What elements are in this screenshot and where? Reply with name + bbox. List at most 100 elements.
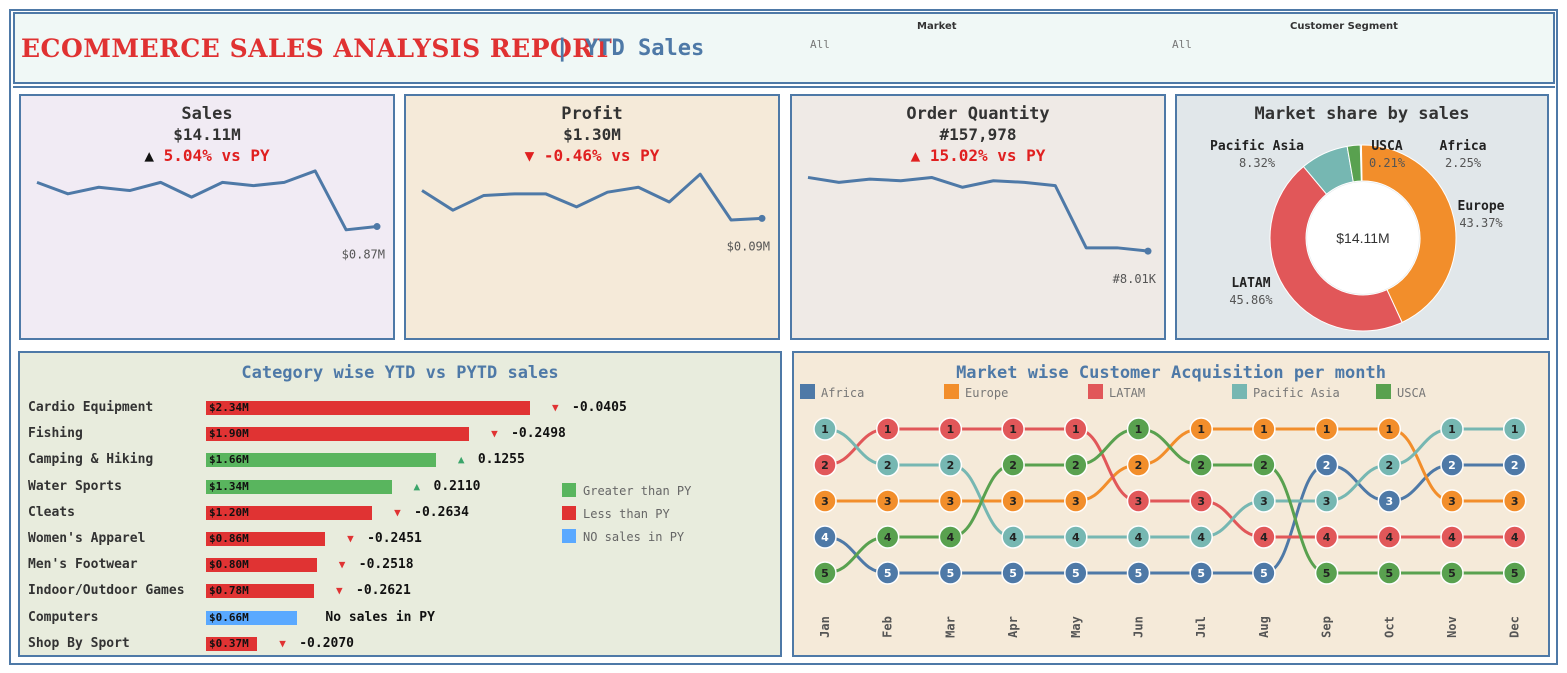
rank-label: 4: [1197, 531, 1205, 544]
category-label: Indoor/Outdoor Games: [28, 583, 185, 599]
sparkline-end-label: #8.01K: [1113, 272, 1157, 286]
header-divider: [13, 86, 1555, 88]
donut-label-name: Africa: [1440, 139, 1487, 154]
category-delta: 0.2110: [433, 478, 481, 494]
rank-label: 2: [1511, 459, 1519, 472]
category-delta: -0.2621: [356, 583, 411, 599]
donut-label-name: USCA: [1371, 139, 1402, 154]
category-delta: -0.2451: [367, 531, 422, 546]
rank-label: 3: [884, 495, 892, 508]
bar-value-label: $2.34M: [209, 401, 249, 414]
category-label: Cleats: [28, 504, 75, 520]
rank-label: 2: [947, 459, 955, 472]
category-bar: $2.34M: [206, 401, 530, 415]
bar-value-label: $0.86M: [209, 532, 249, 545]
report-title: ECOMMERCE SALES ANALYSIS REPORT: [21, 34, 613, 63]
legend-swatch: [1088, 384, 1103, 399]
legend-swatch: [1376, 384, 1391, 399]
donut-label-value: 2.25%: [1445, 156, 1482, 170]
month-tick-label: Aug: [1257, 616, 1271, 638]
category-card: Category wise YTD vs PYTD sales Cardio E…: [18, 351, 782, 657]
legend-label: LATAM: [1109, 386, 1145, 400]
rank-label: 1: [947, 423, 955, 436]
rank-label: 5: [1323, 567, 1331, 580]
rank-label: 5: [1135, 567, 1143, 580]
legend-swatch: [562, 506, 576, 520]
rank-label: 2: [821, 459, 829, 472]
segment-filter-dropdown[interactable]: All: [1172, 38, 1192, 51]
rank-label: 1: [1009, 423, 1017, 436]
rank-label: 1: [884, 423, 892, 436]
market-filter-dropdown[interactable]: All: [810, 38, 830, 51]
rank-label: 4: [1385, 531, 1393, 544]
legend-swatch: [562, 483, 576, 497]
bar-value-label: $0.66M: [209, 610, 249, 624]
legend-label: Greater than PY: [583, 484, 692, 498]
legend-label: Africa: [821, 386, 864, 400]
rank-label: 3: [821, 495, 829, 508]
category-bar: $0.66M: [206, 610, 298, 625]
donut-center-label: $14.11M: [1336, 230, 1389, 246]
sparkline-end-point: [1144, 247, 1152, 255]
month-tick-label: Sep: [1320, 616, 1334, 638]
up-triangle-icon: ▲: [413, 479, 421, 493]
order-quantity-sparkline: #8.01K: [807, 175, 1157, 286]
bar-value-label: $1.20M: [209, 505, 249, 519]
legend-label: USCA: [1397, 386, 1427, 400]
series-line-africa: [824, 463, 1515, 575]
rank-label: 1: [1135, 423, 1143, 436]
rank-label: 5: [1511, 567, 1519, 580]
acquisition-bump-chart: Africa Europe LATAM Pacific Asia USCA 4 5 5 5 5 5 5…: [800, 384, 1527, 638]
rank-label: 1: [1323, 423, 1331, 436]
rank-label: 2: [1385, 459, 1393, 472]
report-subtitle: YTD Sales: [585, 36, 705, 61]
bar-value-label: $1.66M: [209, 453, 249, 467]
month-tick-label: Jun: [1132, 616, 1146, 638]
rank-label: 2: [884, 459, 892, 472]
market-share-donut: $14.11M USCA 0.21% Africa 2.25% Europe 43.37% L…: [1210, 139, 1505, 332]
up-triangle-icon: ▲: [457, 453, 465, 467]
category-delta: 0.1255: [477, 452, 525, 468]
legend-label: Europe: [965, 386, 1008, 400]
month-tick-label: May: [1069, 616, 1083, 638]
category-label: Computers: [28, 609, 99, 625]
rank-label: 3: [1511, 495, 1519, 508]
bar-value-label: $1.90M: [209, 427, 249, 441]
rank-label: 2: [1260, 459, 1268, 472]
rank-label: 2: [1448, 459, 1456, 472]
rank-label: 5: [1009, 567, 1017, 580]
rank-label: 1: [1448, 423, 1456, 436]
donut-label-name: Europe: [1458, 199, 1505, 214]
rank-label: 4: [1135, 531, 1143, 544]
category-label: Men's Footwear: [28, 557, 138, 573]
sparkline-end-label: $0.87M: [342, 248, 385, 262]
legend-label: Less than PY: [583, 507, 670, 521]
category-bar: $1.20M: [206, 505, 373, 520]
sparkline-end-label: $0.09M: [727, 239, 770, 253]
profit-sparkline: $0.09M: [421, 172, 770, 253]
market-share-card: Market share by sales $14.11M USCA 0.21% Af…: [1175, 94, 1549, 340]
legend-label: Pacific Asia: [1253, 386, 1340, 400]
category-bar: $0.78M: [206, 584, 314, 599]
rank-label: 3: [1323, 495, 1331, 508]
category-bar: $1.34M: [206, 479, 392, 494]
category-label: Water Sports: [28, 478, 122, 494]
sparkline-path: [807, 175, 1149, 253]
down-triangle-icon: ▼: [394, 505, 401, 519]
rank-label: 4: [947, 531, 955, 544]
market-filter-label: Market: [917, 21, 957, 32]
down-triangle-icon: ▼: [347, 532, 354, 545]
rank-label: 3: [1385, 495, 1393, 508]
month-tick-label: Dec: [1508, 616, 1522, 638]
category-bar: $0.37M: [206, 636, 258, 651]
category-label: Camping & Hiking: [28, 452, 154, 468]
category-bar: $0.80M: [206, 558, 317, 573]
rank-label: 3: [1260, 495, 1268, 508]
rank-label: 5: [1072, 567, 1080, 580]
category-delta: -0.2498: [511, 426, 566, 442]
rank-label: 1: [1385, 423, 1393, 436]
category-delta: -0.0405: [572, 400, 627, 415]
month-tick-label: Mar: [943, 616, 957, 638]
down-triangle-icon: ▼: [552, 401, 559, 414]
category-bar: $1.90M: [206, 427, 470, 442]
